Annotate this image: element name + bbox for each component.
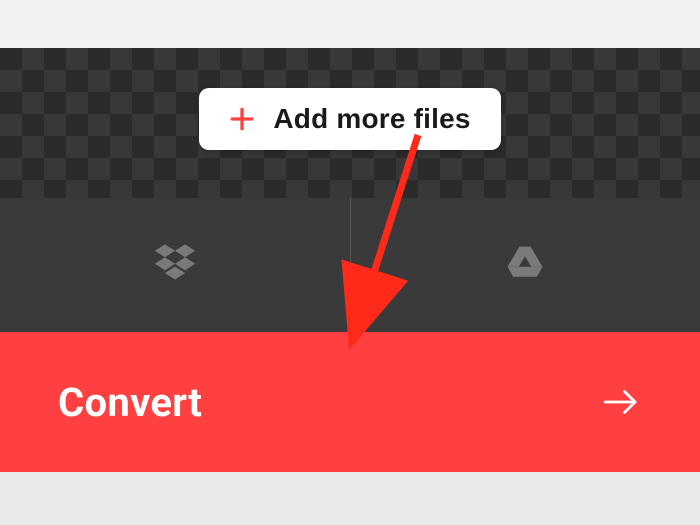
arrow-right-icon [600,381,642,423]
add-more-files-label: Add more files [273,103,470,135]
dropzone-area[interactable]: Add more files [0,48,700,198]
dropbox-button[interactable] [0,198,350,332]
spacer-bottom [0,472,700,525]
page-root: Add more files [0,0,700,525]
cloud-sources-row [0,198,700,332]
spacer-top [0,0,700,48]
google-drive-icon [502,243,548,287]
plus-icon [229,106,255,132]
add-more-files-button[interactable]: Add more files [199,88,500,150]
convert-label: Convert [58,379,202,426]
dropbox-icon [152,240,198,290]
google-drive-button[interactable] [351,198,700,332]
convert-button[interactable]: Convert [0,332,700,472]
